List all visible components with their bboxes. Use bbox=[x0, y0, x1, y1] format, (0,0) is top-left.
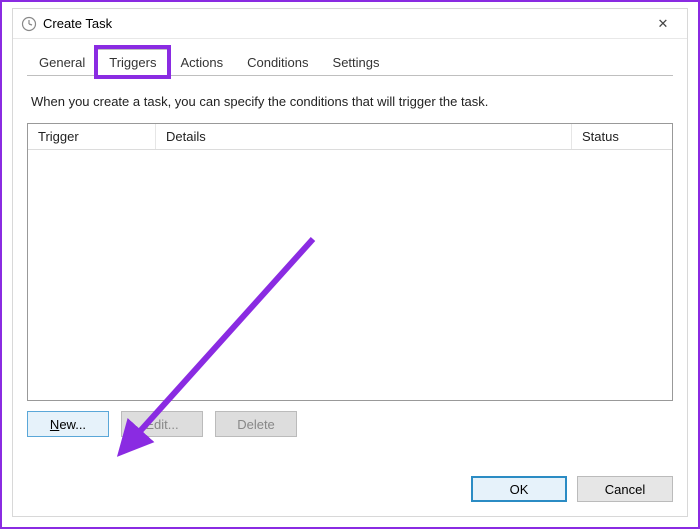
column-header-details[interactable]: Details bbox=[156, 124, 572, 149]
tab-settings[interactable]: Settings bbox=[321, 49, 392, 76]
tab-general[interactable]: General bbox=[27, 49, 97, 76]
dialog-footer: OK Cancel bbox=[471, 476, 673, 502]
table-header-row: Trigger Details Status bbox=[28, 124, 672, 150]
tab-label: Actions bbox=[180, 55, 223, 70]
titlebar: Create Task ✕ bbox=[13, 9, 687, 39]
triggers-table: Trigger Details Status bbox=[27, 123, 673, 401]
button-label: New... bbox=[50, 417, 86, 432]
app-icon bbox=[21, 16, 37, 32]
button-label: Edit... bbox=[145, 417, 178, 432]
action-buttons-row: New... Edit... Delete bbox=[27, 411, 673, 437]
cancel-button[interactable]: Cancel bbox=[577, 476, 673, 502]
dialog-window: Create Task ✕ General Triggers Actions C… bbox=[12, 8, 688, 517]
tab-actions[interactable]: Actions bbox=[168, 49, 235, 76]
tab-label: Conditions bbox=[247, 55, 308, 70]
column-header-status[interactable]: Status bbox=[572, 124, 672, 149]
dialog-body: General Triggers Actions Conditions Sett… bbox=[13, 39, 687, 451]
button-label: Delete bbox=[237, 417, 275, 432]
button-label: OK bbox=[510, 482, 529, 497]
close-icon: ✕ bbox=[658, 16, 669, 32]
edit-button[interactable]: Edit... bbox=[121, 411, 203, 437]
tab-label: Settings bbox=[333, 55, 380, 70]
close-button[interactable]: ✕ bbox=[643, 10, 683, 38]
new-button[interactable]: New... bbox=[27, 411, 109, 437]
button-label: Cancel bbox=[605, 482, 645, 497]
tab-label: General bbox=[39, 55, 85, 70]
ok-button[interactable]: OK bbox=[471, 476, 567, 502]
tab-triggers[interactable]: Triggers bbox=[97, 49, 168, 76]
tab-label: Triggers bbox=[109, 55, 156, 70]
description-text: When you create a task, you can specify … bbox=[31, 94, 669, 109]
column-header-trigger[interactable]: Trigger bbox=[28, 124, 156, 149]
window-title: Create Task bbox=[43, 16, 643, 31]
delete-button[interactable]: Delete bbox=[215, 411, 297, 437]
tab-conditions[interactable]: Conditions bbox=[235, 49, 320, 76]
tab-strip: General Triggers Actions Conditions Sett… bbox=[27, 49, 673, 76]
